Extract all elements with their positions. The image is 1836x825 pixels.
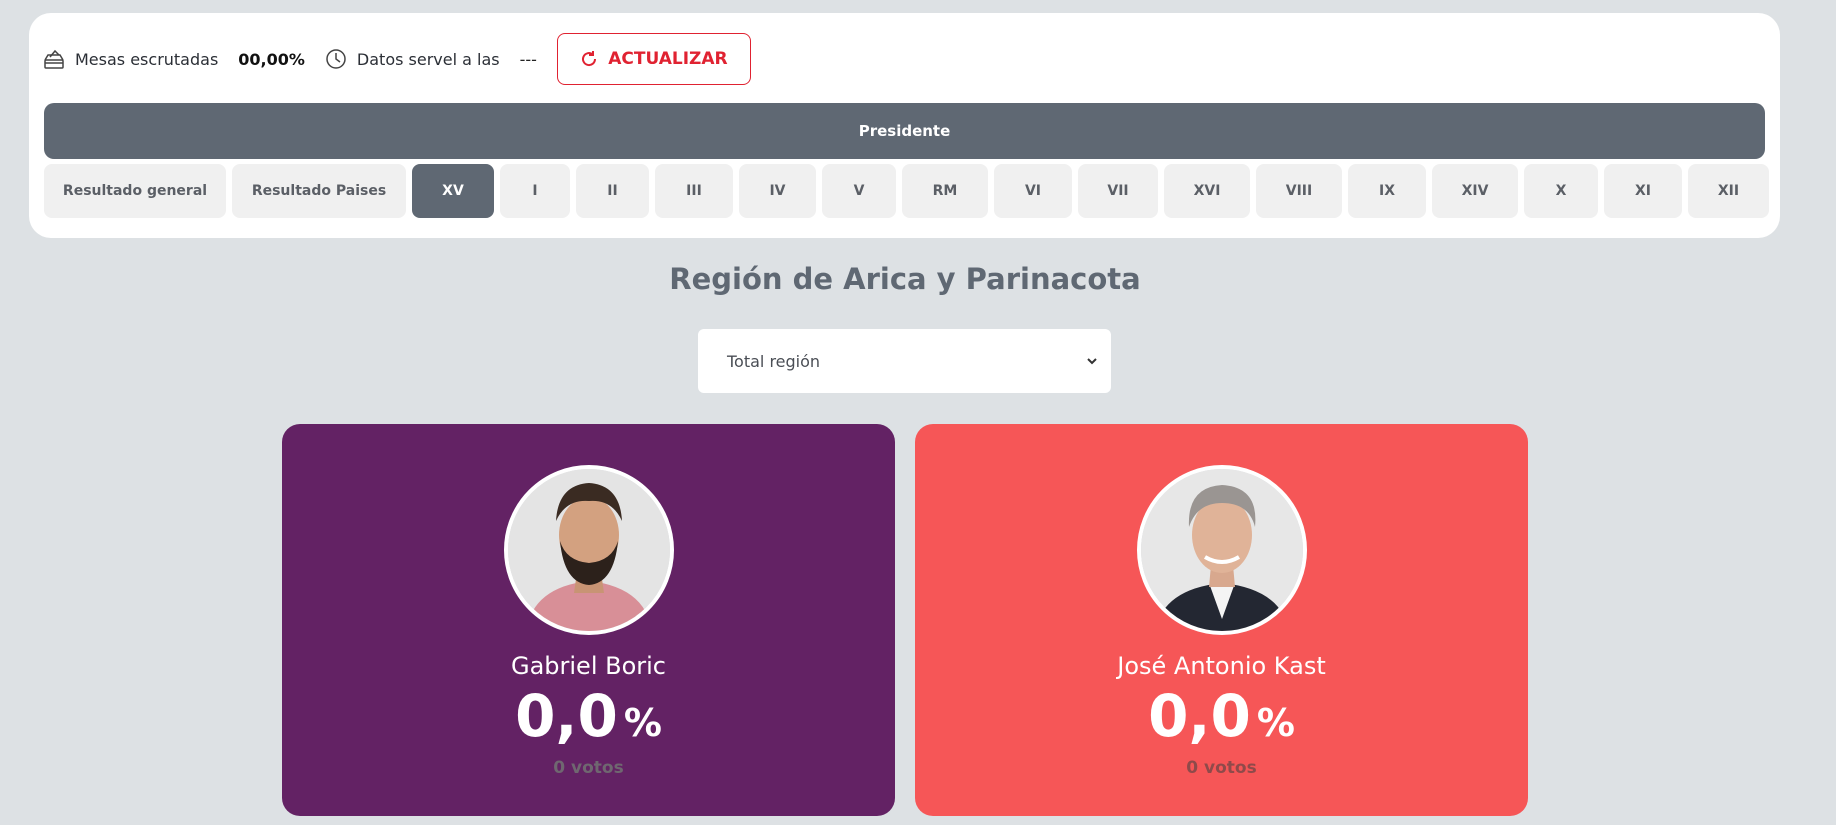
region-tab-xii[interactable]: XII	[1688, 164, 1769, 218]
region-tab-ix[interactable]: IX	[1348, 164, 1426, 218]
region-tab-label: VIII	[1285, 183, 1313, 199]
region-tab-resultado-paises[interactable]: Resultado Paises	[232, 164, 406, 218]
candidate-card-kast: José Antonio Kast 0,0% 0 votos	[915, 424, 1528, 816]
tab-presidente[interactable]: Presidente	[44, 103, 1765, 159]
region-tab-label: IX	[1378, 183, 1395, 199]
status-row: Mesas escrutadas 00,00% Datos servel a l…	[43, 33, 751, 85]
region-tab-xiv[interactable]: XIV	[1432, 164, 1518, 218]
region-tab-label: RM	[932, 183, 958, 199]
refresh-icon	[580, 50, 598, 68]
top-panel: Mesas escrutadas 00,00% Datos servel a l…	[29, 13, 1780, 238]
candidate-card-boric: Gabriel Boric 0,0% 0 votos	[282, 424, 895, 816]
comuna-select[interactable]: Total región	[698, 329, 1111, 393]
avatar	[1137, 465, 1307, 635]
region-tab-label: Resultado Paises	[251, 183, 387, 199]
chevron-down-icon	[1085, 353, 1099, 372]
mesas-label: Mesas escrutadas	[75, 49, 219, 69]
candidate-name: José Antonio Kast	[1117, 652, 1326, 680]
candidate-percentage: 0,0%	[282, 682, 895, 750]
region-tab-i[interactable]: I	[500, 164, 570, 218]
refresh-label: ACTUALIZAR	[608, 49, 728, 69]
region-tab-label: X	[1555, 183, 1567, 199]
comuna-select-value: Total región	[727, 351, 821, 371]
candidate-name: Gabriel Boric	[510, 652, 666, 680]
region-tab-iv[interactable]: IV	[739, 164, 816, 218]
region-tab-label: I	[532, 183, 538, 199]
percent-symbol: %	[623, 701, 662, 745]
percent-symbol: %	[1256, 701, 1295, 745]
region-tab-rm[interactable]: RM	[902, 164, 988, 218]
refresh-button[interactable]: ACTUALIZAR	[556, 33, 751, 85]
region-tab-label: VI	[1024, 183, 1042, 199]
region-tab-x[interactable]: X	[1524, 164, 1598, 218]
clock-icon	[325, 48, 347, 70]
region-tab-iii[interactable]: III	[655, 164, 733, 218]
region-tab-label: XII	[1717, 183, 1740, 199]
candidate-votes: 0 votos	[553, 758, 624, 778]
candidate-votes: 0 votos	[1186, 758, 1257, 778]
region-tab-vi[interactable]: VI	[994, 164, 1072, 218]
region-tab-label: IV	[769, 183, 786, 199]
region-tab-xvi[interactable]: XVI	[1164, 164, 1250, 218]
mesas-value: 00,00%	[238, 49, 305, 69]
region-tab-vii[interactable]: VII	[1078, 164, 1158, 218]
region-tab-label: III	[686, 183, 702, 199]
candidate-percentage: 0,0%	[915, 682, 1528, 750]
region-tab-xi[interactable]: XI	[1604, 164, 1682, 218]
region-tab-label: XV	[442, 183, 464, 199]
region-tab-label: V	[853, 183, 865, 199]
region-tabs: Resultado general Resultado Paises XV I …	[44, 164, 1769, 218]
ballot-box-icon	[43, 48, 65, 70]
region-tab-v[interactable]: V	[822, 164, 896, 218]
datos-value: ---	[519, 49, 537, 69]
region-tab-resultado-general[interactable]: Resultado general	[44, 164, 226, 218]
region-tab-viii[interactable]: VIII	[1256, 164, 1342, 218]
region-tab-ii[interactable]: II	[576, 164, 649, 218]
region-tab-label: II	[607, 183, 618, 199]
region-tab-xv[interactable]: XV	[412, 164, 494, 218]
region-tab-label: XVI	[1193, 183, 1221, 199]
candidate-percentage-value: 0,0	[1148, 682, 1251, 750]
region-tab-label: Resultado general	[62, 183, 208, 199]
datos-label: Datos servel a las	[356, 49, 500, 69]
candidate-percentage-value: 0,0	[515, 682, 618, 750]
region-tab-label: XI	[1634, 183, 1651, 199]
region-tab-label: XIV	[1461, 183, 1489, 199]
tab-presidente-label: Presidente	[858, 122, 951, 140]
region-tab-label: VII	[1107, 183, 1129, 199]
region-title: Región de Arica y Parinacota	[669, 262, 1141, 296]
avatar	[504, 465, 674, 635]
